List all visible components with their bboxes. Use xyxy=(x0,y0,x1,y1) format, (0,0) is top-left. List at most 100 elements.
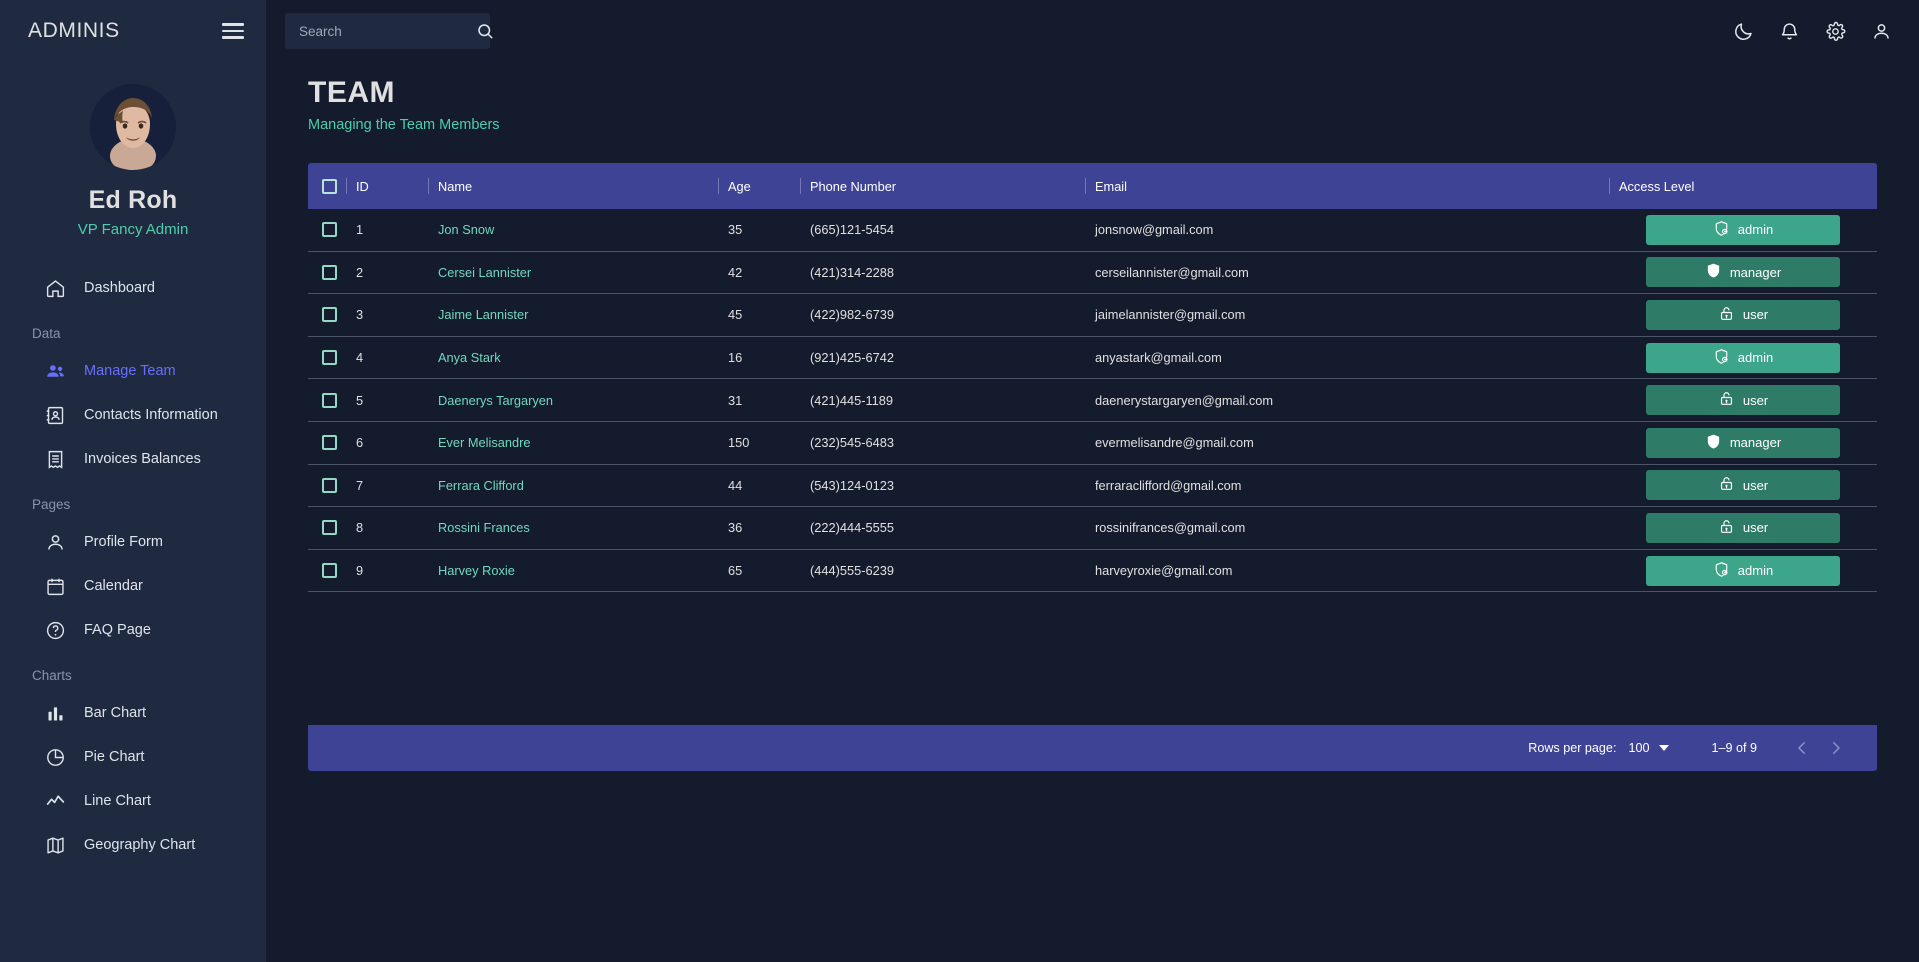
row-checkbox-cell xyxy=(308,350,346,365)
table-row[interactable]: 7Ferrara Clifford44(543)124-0123ferrarac… xyxy=(308,465,1877,508)
sidebar-item-label: Bar Chart xyxy=(84,705,146,721)
sidebar-item-bar-chart[interactable]: Bar Chart xyxy=(0,691,266,735)
row-checkbox-cell xyxy=(308,563,346,578)
row-checkbox[interactable] xyxy=(322,478,337,493)
sidebar-item-calendar[interactable]: Calendar xyxy=(0,564,266,608)
access-level-label: user xyxy=(1743,393,1768,408)
access-level-badge: manager xyxy=(1646,428,1840,458)
cell-age: 16 xyxy=(718,350,800,365)
access-level-label: user xyxy=(1743,478,1768,493)
profile-name: Ed Roh xyxy=(0,186,266,215)
person-account-icon[interactable] xyxy=(1867,17,1895,45)
column-header-id[interactable]: ID xyxy=(346,179,428,194)
brand-title: ADMINIS xyxy=(28,19,120,43)
row-checkbox[interactable] xyxy=(322,307,337,322)
column-header-age[interactable]: Age xyxy=(718,179,800,194)
column-header-access-level[interactable]: Access Level xyxy=(1609,179,1877,194)
row-checkbox[interactable] xyxy=(322,222,337,237)
table-body: 1Jon Snow35(665)121-5454jonsnow@gmail.co… xyxy=(308,209,1877,725)
sidebar-item-geography-chart[interactable]: Geography Chart xyxy=(0,823,266,867)
access-level-badge: user xyxy=(1646,300,1840,330)
line-chart-icon xyxy=(45,791,66,812)
sidebar-item-profile-form[interactable]: Profile Form xyxy=(0,520,266,564)
settings-gear-icon[interactable] xyxy=(1821,17,1849,45)
cell-id: 6 xyxy=(346,435,428,450)
help-circle-icon xyxy=(45,620,66,641)
sidebar-item-invoices-balances[interactable]: Invoices Balances xyxy=(0,437,266,481)
sidebar-item-faq-page[interactable]: FAQ Page xyxy=(0,608,266,652)
sidebar-item-dashboard[interactable]: Dashboard xyxy=(0,266,266,310)
row-checkbox[interactable] xyxy=(322,435,337,450)
search-box[interactable] xyxy=(285,13,490,49)
notifications-icon[interactable] xyxy=(1775,17,1803,45)
cell-id: 2 xyxy=(346,265,428,280)
page-title: TEAM xyxy=(308,76,1919,110)
sidebar-item-pie-chart[interactable]: Pie Chart xyxy=(0,735,266,779)
hamburger-icon[interactable] xyxy=(222,19,244,43)
table-row[interactable]: 8Rossini Frances36(222)444-5555rossinifr… xyxy=(308,507,1877,550)
avatar[interactable] xyxy=(90,84,176,170)
sidebar: ADMINIS xyxy=(0,0,266,962)
cell-phone: (421)445-1189 xyxy=(800,393,1085,408)
cell-age: 45 xyxy=(718,307,800,322)
access-level-label: user xyxy=(1743,307,1768,322)
row-checkbox-cell xyxy=(308,265,346,280)
table-row[interactable]: 6Ever Melisandre150(232)545-6483evermeli… xyxy=(308,422,1877,465)
row-checkbox-cell xyxy=(308,520,346,535)
column-header-name[interactable]: Name xyxy=(428,179,718,194)
table-row[interactable]: 1Jon Snow35(665)121-5454jonsnow@gmail.co… xyxy=(308,209,1877,252)
cell-access-level: user xyxy=(1609,513,1877,543)
profile-role: VP Fancy Admin xyxy=(0,221,266,238)
chevron-down-icon xyxy=(1659,745,1669,751)
table-row[interactable]: 4Anya Stark16(921)425-6742anyastark@gmai… xyxy=(308,337,1877,380)
search-icon[interactable] xyxy=(476,22,494,40)
people-icon xyxy=(45,361,66,382)
select-all-checkbox[interactable] xyxy=(322,179,337,194)
cell-name: Daenerys Targaryen xyxy=(428,393,718,408)
sidebar-item-contacts-information[interactable]: Contacts Information xyxy=(0,393,266,437)
cell-access-level: manager xyxy=(1609,428,1877,458)
access-level-label: user xyxy=(1743,520,1768,535)
sidebar-item-label: Calendar xyxy=(84,578,143,594)
cell-phone: (543)124-0123 xyxy=(800,478,1085,493)
cell-phone: (921)425-6742 xyxy=(800,350,1085,365)
cell-email: jaimelannister@gmail.com xyxy=(1085,307,1609,322)
cell-phone: (222)444-5555 xyxy=(800,520,1085,535)
row-checkbox[interactable] xyxy=(322,350,337,365)
cell-access-level: admin xyxy=(1609,215,1877,245)
dark-mode-icon[interactable] xyxy=(1729,17,1757,45)
sidebar-item-line-chart[interactable]: Line Chart xyxy=(0,779,266,823)
access-level-label: manager xyxy=(1730,265,1781,280)
sidebar-item-label: Invoices Balances xyxy=(84,451,201,467)
cell-age: 42 xyxy=(718,265,800,280)
row-checkbox-cell xyxy=(308,307,346,322)
row-checkbox[interactable] xyxy=(322,520,337,535)
row-checkbox[interactable] xyxy=(322,393,337,408)
cell-access-level: user xyxy=(1609,385,1877,415)
column-header-email[interactable]: Email xyxy=(1085,179,1609,194)
table-row[interactable]: 2Cersei Lannister42(421)314-2288cerseila… xyxy=(308,252,1877,295)
sidebar-header: ADMINIS xyxy=(0,0,266,62)
topbar xyxy=(266,0,1919,62)
chevron-left-icon[interactable] xyxy=(1793,739,1811,757)
table-row[interactable]: 9Harvey Roxie65(444)555-6239harveyroxie@… xyxy=(308,550,1877,593)
rows-per-page-select[interactable]: 100 xyxy=(1628,741,1669,755)
chevron-right-icon[interactable] xyxy=(1827,739,1845,757)
home-icon xyxy=(45,278,66,299)
user-icon xyxy=(1718,475,1735,495)
table-row[interactable]: 3Jaime Lannister45(422)982-6739jaimelann… xyxy=(308,294,1877,337)
column-header-phone[interactable]: Phone Number xyxy=(800,179,1085,194)
row-checkbox[interactable] xyxy=(322,265,337,280)
table-row[interactable]: 5Daenerys Targaryen31(421)445-1189daener… xyxy=(308,379,1877,422)
sidebar-profile: Ed Roh VP Fancy Admin xyxy=(0,62,266,238)
row-checkbox[interactable] xyxy=(322,563,337,578)
contacts-icon xyxy=(45,405,66,426)
team-table: ID Name Age Phone Number Email Access Le… xyxy=(308,163,1877,771)
search-input[interactable] xyxy=(299,24,476,39)
receipt-icon xyxy=(45,449,66,470)
sidebar-section-pages: Pages xyxy=(0,481,266,520)
sidebar-item-manage-team[interactable]: Manage Team xyxy=(0,349,266,393)
admin-dashboard: ADMINIS xyxy=(0,0,1919,962)
sidebar-item-label: Geography Chart xyxy=(84,837,195,853)
cell-age: 35 xyxy=(718,222,800,237)
